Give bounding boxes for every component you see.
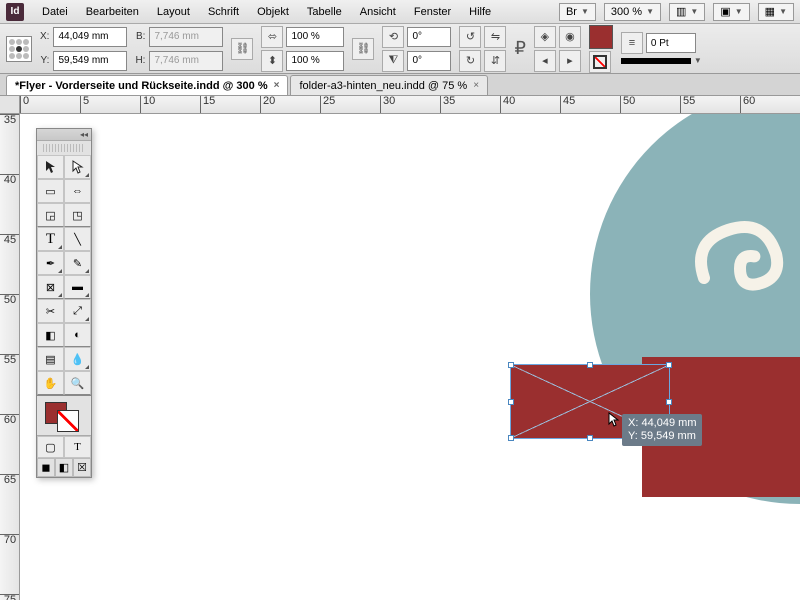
scale-x-icon: ⬄ [261,26,283,48]
selection-tool[interactable] [37,155,64,179]
rotate-icon: ⟲ [382,26,404,48]
reference-point-proxy[interactable] [6,36,32,62]
content-collector-tool[interactable]: ◲ [37,203,64,227]
w-label: B: [135,31,145,42]
ruler-origin[interactable] [0,96,20,114]
stroke-swatch[interactable] [589,51,611,73]
menu-bar: Id Datei Bearbeiten Layout Schrift Objek… [0,0,800,24]
y-label: Y: [40,55,49,66]
line-tool[interactable]: ╲ [64,227,91,251]
canvas-area: 0 5 10 15 20 25 30 35 40 45 50 55 60 35 … [0,96,800,600]
hand-tool[interactable]: ✋ [37,371,64,395]
menu-schrift[interactable]: Schrift [200,3,247,21]
rotate-cw-button[interactable]: ↻ [459,50,481,72]
x-field[interactable]: 44,049 mm [53,27,127,47]
pen-tool[interactable]: ✒ [37,251,64,275]
view-options-button[interactable]: ▥▼ [669,3,705,21]
x-label: X: [40,31,49,42]
apply-color-button[interactable]: ◼ [37,458,55,477]
menu-objekt[interactable]: Objekt [249,3,297,21]
shear-icon: ⧨ [382,50,404,72]
apply-none-button[interactable]: ☒ [73,458,91,477]
scale-x-field[interactable]: 100 % [286,27,344,47]
note-tool[interactable]: ▤ [37,347,64,371]
stroke-color-swatch[interactable] [57,410,79,432]
screen-mode-button[interactable]: ▣▼ [713,3,749,21]
formatting-container-button[interactable]: ▢ [37,436,64,458]
close-icon[interactable]: × [473,80,479,91]
panel-grip[interactable] [43,144,85,152]
document-tabs: *Flyer - Vorderseite und Rückseite.indd … [0,74,800,96]
height-field[interactable]: 7,746 mm [149,51,223,71]
color-mode-row: ◼ ◧ ☒ [37,457,91,477]
swirl-logo-icon [670,194,800,314]
menu-hilfe[interactable]: Hilfe [461,3,499,21]
constrain-scale-icon[interactable]: ⛓ [352,38,374,60]
flip-h-button[interactable]: ⇋ [484,26,506,48]
horizontal-ruler[interactable]: 0 5 10 15 20 25 30 35 40 45 50 55 60 [20,96,800,114]
fill-stroke-proxy[interactable] [37,395,91,435]
type-tool[interactable]: T [37,227,64,251]
scissors-tool[interactable]: ✂ [37,299,64,323]
scale-y-icon: ⬍ [261,50,283,72]
menu-datei[interactable]: Datei [34,3,76,21]
select-container-button[interactable]: ◈ [534,26,556,48]
rotate-ccw-button[interactable]: ↺ [459,26,481,48]
arrange-button[interactable]: ▦▼ [758,3,794,21]
page-tool[interactable]: ▭ [37,179,64,203]
menu-bearbeiten[interactable]: Bearbeiten [78,3,147,21]
next-object-button[interactable]: ▸ [559,50,581,72]
menu-layout[interactable]: Layout [149,3,198,21]
prev-object-button[interactable]: ◂ [534,50,556,72]
zoom-level-dropdown[interactable]: 300 %▼ [604,3,661,21]
scale-y-field[interactable]: 100 % [286,51,344,71]
control-bar: X: 44,049 mm Y: 59,549 mm B: 7,746 mm H:… [0,24,800,74]
formatting-text-button[interactable]: T [64,436,91,458]
menu-fenster[interactable]: Fenster [406,3,459,21]
gradient-feather-tool[interactable]: ◐ [64,323,91,347]
rotate-field[interactable]: 0° [407,27,451,47]
rectangle-tool[interactable]: ▬ [64,275,91,299]
cursor-arrow-icon [608,412,620,428]
paragraph-indicator-icon: ₽ [514,38,525,59]
app-logo: Id [6,3,24,21]
select-content-button[interactable]: ◉ [559,26,581,48]
y-field[interactable]: 59,549 mm [53,51,127,71]
vertical-ruler[interactable]: 35 40 45 50 55 60 65 70 75 [0,114,20,600]
gradient-swatch-tool[interactable]: ◧ [37,323,64,347]
direct-selection-tool[interactable] [64,155,91,179]
pencil-tool[interactable]: ✎ [64,251,91,275]
constrain-wh-icon[interactable]: ⛓ [231,38,253,60]
close-icon[interactable]: × [274,80,280,91]
tab-flyer[interactable]: *Flyer - Vorderseite und Rückseite.indd … [6,75,288,95]
menu-ansicht[interactable]: Ansicht [352,3,404,21]
shear-field[interactable]: 0° [407,51,451,71]
stroke-weight-icon: ≡ [621,32,643,54]
smart-guide-tooltip: X: 44,049 mm Y: 59,549 mm [622,414,702,446]
page-icon: ▥ [676,5,686,18]
h-label: H: [135,55,145,66]
apply-gradient-button[interactable]: ◧ [55,458,73,477]
screen-icon: ▣ [720,5,730,18]
page-canvas[interactable]: X: 44,049 mm Y: 59,549 mm [20,114,800,600]
eyedropper-tool[interactable]: 💧 [64,347,91,371]
gap-tool[interactable]: ⇔ [64,179,91,203]
stroke-style-dropdown[interactable] [621,58,691,64]
free-transform-tool[interactable]: ⤢ [64,299,91,323]
content-placer-tool[interactable]: ◳ [64,203,91,227]
menu-tabelle[interactable]: Tabelle [299,3,350,21]
flip-v-button[interactable]: ⇵ [484,50,506,72]
rectangle-frame-tool[interactable]: ⊠ [37,275,64,299]
stroke-weight-field[interactable]: 0 Pt [646,33,696,53]
panel-collapse-icon[interactable]: ◂◂ [37,129,91,141]
arrange-icon: ▦ [765,5,775,18]
fill-swatch[interactable] [589,25,613,49]
width-field[interactable]: 7,746 mm [149,27,223,47]
tools-panel[interactable]: ◂◂ ▭ ⇔ ◲ ◳ T ╲ ✒ ✎ ⊠ ▬ ✂ ⤢ ◧ ◐ ▤ 💧 ✋ 🔍 ▢… [36,128,92,478]
zoom-tool[interactable]: 🔍 [64,371,91,395]
tab-folder[interactable]: folder-a3-hinten_neu.indd @ 75 %× [290,75,488,95]
bridge-button[interactable]: Br▼ [559,3,596,21]
